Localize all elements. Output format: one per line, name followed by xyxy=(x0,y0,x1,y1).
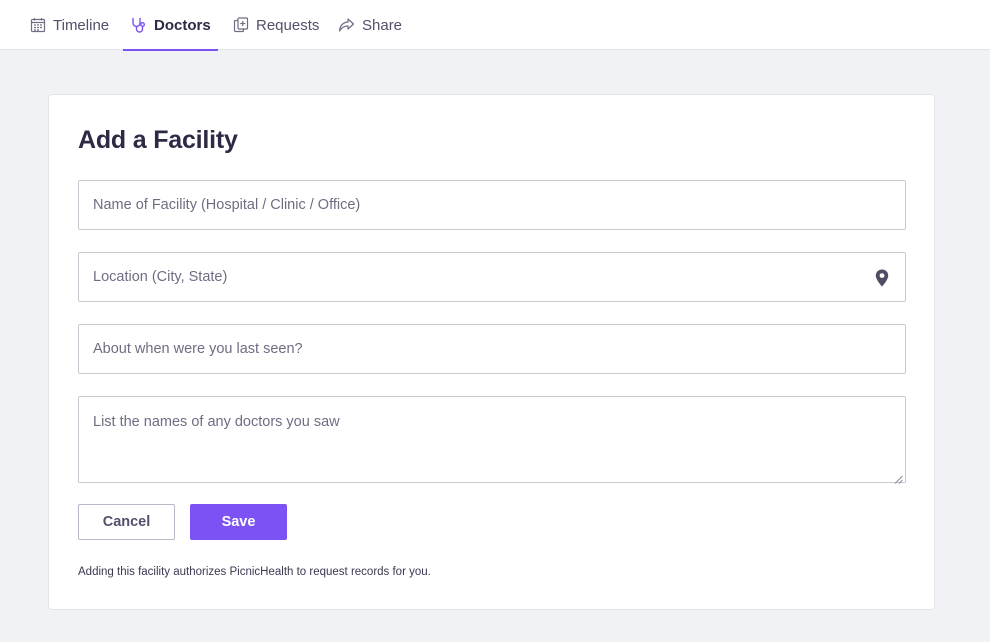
document-add-icon xyxy=(232,17,249,34)
tab-label: Share xyxy=(362,16,403,34)
stethoscope-icon xyxy=(130,17,147,34)
facility-name-input[interactable] xyxy=(79,181,905,229)
authorization-disclaimer: Adding this facility authorizes PicnicHe… xyxy=(78,566,431,578)
cancel-button[interactable]: Cancel xyxy=(78,504,175,540)
location-field xyxy=(78,252,906,302)
map-pin-icon xyxy=(875,269,889,287)
last-seen-field xyxy=(78,324,906,374)
tab-doctors[interactable]: Doctors xyxy=(123,0,218,51)
tab-share[interactable]: Share xyxy=(338,0,402,50)
location-input[interactable] xyxy=(79,253,905,301)
tab-requests[interactable]: Requests xyxy=(232,0,319,50)
facility-name-field xyxy=(78,180,906,230)
doctors-textarea[interactable] xyxy=(79,397,905,482)
doctors-field xyxy=(78,396,906,484)
tab-label: Timeline xyxy=(53,16,110,34)
share-arrow-icon xyxy=(338,17,355,34)
page-title: Add a Facility xyxy=(78,126,238,154)
calendar-icon xyxy=(29,17,46,34)
top-navigation: Timeline Doctors Requests Share xyxy=(0,0,990,51)
save-button[interactable]: Save xyxy=(190,504,287,540)
add-facility-card: Add a Facility Cancel Save Adding this f… xyxy=(48,94,935,610)
tab-label: Doctors xyxy=(154,16,211,34)
tab-label: Requests xyxy=(256,16,320,34)
resize-handle-icon[interactable] xyxy=(894,471,903,484)
tab-timeline[interactable]: Timeline xyxy=(29,0,109,50)
last-seen-input[interactable] xyxy=(79,325,905,373)
